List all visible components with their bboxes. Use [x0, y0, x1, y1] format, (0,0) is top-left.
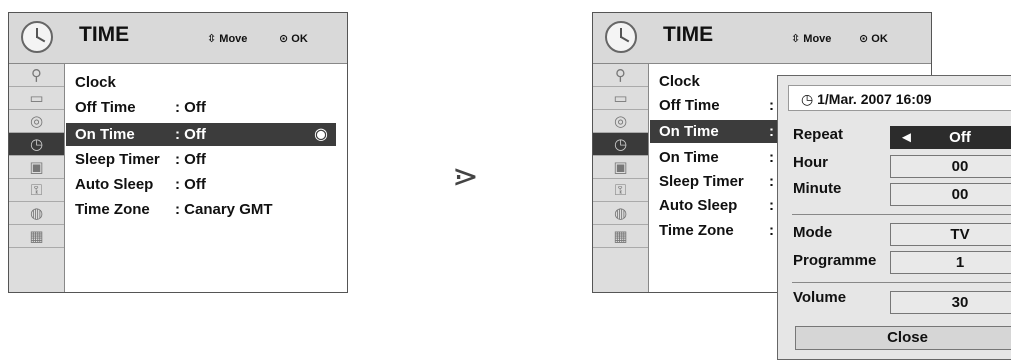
lock-icon[interactable]: ⚿ [9, 179, 64, 202]
lock-icon[interactable]: ⚿ [593, 179, 648, 202]
monitor-icon[interactable]: ▭ [9, 87, 64, 110]
repeat-label: Repeat [793, 126, 844, 143]
ok-hint: ⊙ OK [279, 33, 308, 45]
divider [792, 282, 1011, 283]
menu-item-sleep-timer[interactable]: Sleep Timer: [659, 170, 774, 193]
menu-header: TIME ⇳ Move ⊙ OK [9, 13, 347, 64]
clock-icon: ◷ [801, 91, 814, 107]
menu-item-on-time[interactable]: On Time: [650, 120, 780, 143]
menu-item-time-zone[interactable]: Time Zone: [659, 219, 774, 242]
satellite-icon[interactable]: ⚲ [9, 64, 64, 87]
media-icon[interactable]: ▦ [9, 225, 64, 248]
clock-icon[interactable]: ◷ [9, 133, 64, 156]
menu-title: TIME [79, 23, 130, 46]
menu-item-time-zone[interactable]: Time Zone : Canary GMT [75, 198, 335, 221]
category-sidebar: ⚲ ▭ ◎ ◷ ▣ ⚿ ◍ ▦ [9, 64, 65, 292]
satellite-icon[interactable]: ⚲ [593, 64, 648, 87]
repeat-selector[interactable]: ◄ Off ► [890, 126, 1011, 149]
current-datetime: ◷ 1/Mar. 2007 16:09 [788, 85, 1011, 111]
arrow-left-icon[interactable]: ◄ [899, 127, 914, 148]
mode-field[interactable]: TV [890, 223, 1011, 246]
ok-hint: ⊙ OK [859, 33, 888, 45]
on-time-popup: ◷ 1/Mar. 2007 16:09 Repeat ◄ Off ► Hour … [777, 75, 1011, 360]
speaker-icon[interactable]: ◎ [593, 110, 648, 133]
toolbox-icon[interactable]: ▣ [593, 156, 648, 179]
clock-icon [21, 21, 53, 53]
media-icon[interactable]: ▦ [593, 225, 648, 248]
move-hint: ⇳ Move [207, 33, 248, 45]
programme-label: Programme [793, 252, 877, 269]
globe-icon[interactable]: ◍ [593, 202, 648, 225]
move-icon: ⇳ [207, 33, 217, 45]
clock-icon [605, 21, 637, 53]
mode-label: Mode [793, 224, 833, 241]
clock-icon[interactable]: ◷ [593, 133, 648, 156]
globe-icon[interactable]: ◍ [9, 202, 64, 225]
transition-arrow-icon: ⋗ [452, 158, 479, 194]
ok-icon: ◉ [314, 126, 328, 143]
move-hint: ⇳ Move [791, 33, 832, 45]
menu-item-clock[interactable]: Clock [75, 71, 116, 94]
menu-title: TIME [663, 23, 714, 46]
ok-icon: ⊙ [279, 33, 289, 45]
menu-item-auto-sleep[interactable]: Auto Sleep: [659, 194, 774, 217]
hour-label: Hour [793, 154, 828, 171]
menu-item-sleep-timer[interactable]: Sleep Timer : Off [75, 148, 206, 171]
hour-field[interactable]: 00 [890, 155, 1011, 178]
minute-field[interactable]: 00 [890, 183, 1011, 206]
menu-item-auto-sleep[interactable]: Auto Sleep : Off [75, 173, 206, 196]
menu-item-off-time[interactable]: Off Time : Off [75, 96, 335, 119]
minute-label: Minute [793, 180, 842, 197]
left-time-menu: TIME ⇳ Move ⊙ OK ⚲ ▭ ◎ ◷ ▣ ⚿ ◍ ▦ Clock O… [8, 12, 348, 293]
programme-field[interactable]: 1 [890, 251, 1011, 274]
monitor-icon[interactable]: ▭ [593, 87, 648, 110]
menu-item-clock[interactable]: Clock [659, 70, 700, 93]
volume-label: Volume [793, 289, 847, 306]
menu-item-on-time-2[interactable]: On Time: [659, 146, 774, 169]
close-button[interactable]: Close [795, 326, 1011, 350]
divider [792, 214, 1011, 215]
menu-header: TIME ⇳ Move ⊙ OK [593, 13, 931, 64]
category-sidebar: ⚲ ▭ ◎ ◷ ▣ ⚿ ◍ ▦ [593, 64, 649, 292]
menu-item-on-time[interactable]: On Time : Off ◉ [66, 123, 336, 146]
move-icon: ⇳ [791, 33, 801, 45]
menu-item-off-time[interactable]: Off Time: [659, 94, 774, 117]
volume-field[interactable]: 30 [890, 291, 1011, 314]
ok-icon: ⊙ [859, 33, 869, 45]
speaker-icon[interactable]: ◎ [9, 110, 64, 133]
toolbox-icon[interactable]: ▣ [9, 156, 64, 179]
